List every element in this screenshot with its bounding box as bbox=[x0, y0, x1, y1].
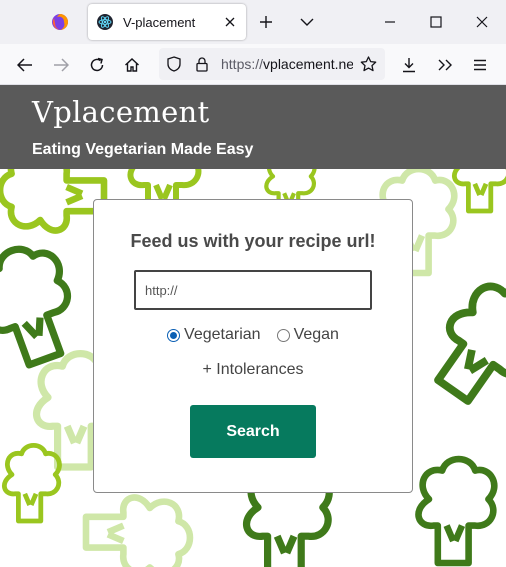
url-prefix: https:// bbox=[221, 56, 264, 72]
home-icon[interactable] bbox=[121, 54, 143, 76]
lock-icon[interactable] bbox=[194, 56, 210, 72]
maximize-icon[interactable] bbox=[426, 12, 446, 32]
firefox-icon[interactable] bbox=[48, 10, 72, 34]
search-button[interactable]: Search bbox=[190, 405, 316, 458]
site-header: Vplacement Eating Vegetarian Made Easy bbox=[0, 85, 506, 169]
bookmark-star-icon[interactable] bbox=[359, 55, 377, 73]
list-tabs-icon[interactable] bbox=[297, 12, 317, 32]
broccoli-shape bbox=[0, 169, 104, 231]
forward-icon[interactable] bbox=[50, 54, 72, 76]
diet-options: Vegetarian Vegan bbox=[94, 326, 412, 344]
intolerances-toggle[interactable]: + Intolerances bbox=[94, 361, 412, 379]
browser-nav-bar: https://vplacement.ne bbox=[0, 44, 506, 85]
vegan-label: Vegan bbox=[293, 326, 339, 343]
broccoli-shape bbox=[419, 266, 506, 418]
recipe-form-card: Feed us with your recipe url! Vegetarian… bbox=[93, 199, 413, 493]
vegetarian-label: Vegetarian bbox=[184, 326, 261, 343]
shield-icon[interactable] bbox=[166, 56, 182, 72]
menu-icon[interactable] bbox=[469, 54, 491, 76]
site-tagline: Eating Vegetarian Made Easy bbox=[32, 141, 254, 158]
form-heading: Feed us with your recipe url! bbox=[130, 231, 376, 251]
broccoli-shape bbox=[4, 445, 59, 521]
page-content: Vplacement Eating Vegetarian Made Easy F… bbox=[0, 85, 506, 567]
broccoli-shape bbox=[86, 497, 190, 567]
url-text[interactable]: https://vplacement.ne bbox=[221, 56, 353, 72]
new-tab-icon[interactable] bbox=[256, 12, 276, 32]
overflow-icon[interactable] bbox=[434, 54, 456, 76]
back-icon[interactable] bbox=[14, 54, 36, 76]
tab-v-placement[interactable]: V-placement bbox=[88, 4, 246, 40]
reload-icon[interactable] bbox=[86, 54, 108, 76]
recipe-url-input[interactable] bbox=[134, 270, 372, 310]
vegan-option[interactable]: Vegan bbox=[276, 326, 339, 344]
url-bar[interactable]: https://vplacement.ne bbox=[159, 48, 385, 80]
close-icon[interactable] bbox=[220, 12, 240, 32]
browser-tab-bar: V-placement bbox=[0, 0, 506, 44]
react-favicon-icon bbox=[96, 13, 114, 31]
minimize-icon[interactable] bbox=[380, 12, 400, 32]
site-title: Vplacement bbox=[32, 95, 210, 129]
vegetarian-option[interactable]: Vegetarian bbox=[167, 326, 261, 344]
broccoli-shape bbox=[454, 169, 506, 211]
downloads-icon[interactable] bbox=[398, 54, 420, 76]
window-close-icon[interactable] bbox=[472, 12, 492, 32]
broccoli-shape bbox=[418, 459, 494, 563]
vegan-radio[interactable] bbox=[276, 328, 290, 342]
url-host: vplacement.ne bbox=[263, 56, 353, 72]
tab-title: V-placement bbox=[123, 14, 196, 30]
vegetarian-radio[interactable] bbox=[167, 328, 181, 342]
